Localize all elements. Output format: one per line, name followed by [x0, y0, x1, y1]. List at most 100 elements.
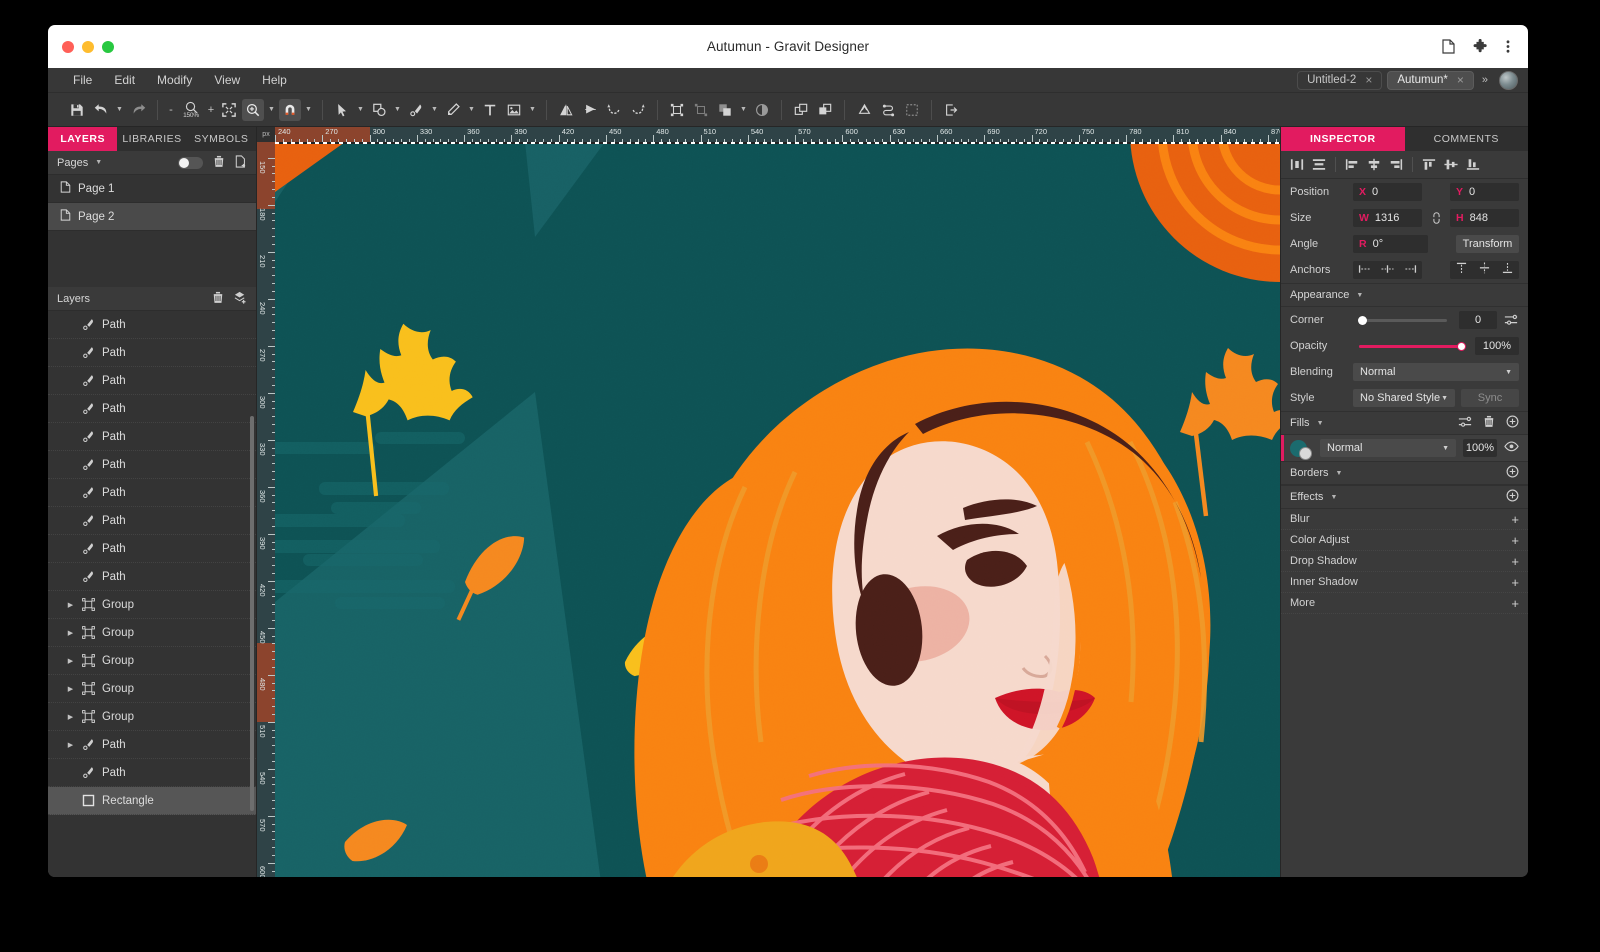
anchor-top-icon[interactable] — [1456, 261, 1467, 279]
anchor-vcenter-icon[interactable] — [1479, 261, 1490, 279]
pages-visibility-toggle[interactable] — [178, 157, 203, 169]
pointer-icon[interactable] — [331, 99, 353, 121]
layer-row[interactable]: Path — [48, 563, 256, 591]
zoom-tool-icon[interactable] — [242, 99, 264, 121]
layer-row[interactable]: Path — [48, 339, 256, 367]
zoom-out-button[interactable]: - — [166, 104, 176, 116]
layer-row[interactable]: Path — [48, 367, 256, 395]
layer-row[interactable]: Path — [48, 423, 256, 451]
chevron-down-icon[interactable]: ▼ — [429, 99, 440, 121]
angle-input[interactable]: R 0° — [1353, 235, 1428, 253]
chevron-down-icon[interactable]: ▼ — [266, 99, 277, 121]
layer-row[interactable]: ▶Path — [48, 731, 256, 759]
close-icon[interactable]: × — [1365, 74, 1372, 86]
zoom-in-button[interactable]: + — [206, 104, 216, 116]
rotate-ccw-icon[interactable] — [603, 99, 625, 121]
text-icon[interactable] — [479, 99, 501, 121]
chevron-down-icon[interactable]: ▼ — [355, 99, 366, 121]
add-effect-icon[interactable]: + — [1511, 576, 1519, 589]
trash-icon[interactable] — [1483, 415, 1495, 431]
chevron-down-icon[interactable]: ▼ — [738, 99, 749, 121]
redo-icon[interactable] — [127, 99, 149, 121]
save-icon[interactable] — [66, 99, 88, 121]
layer-row[interactable]: ▶Group — [48, 647, 256, 675]
layer-row[interactable]: Path — [48, 395, 256, 423]
bring-forward-icon[interactable] — [790, 99, 812, 121]
layer-row[interactable]: Path — [48, 507, 256, 535]
blending-select[interactable]: Normal ▼ — [1353, 363, 1519, 381]
artboard[interactable] — [275, 142, 1280, 877]
tab-inspector[interactable]: INSPECTOR — [1281, 127, 1405, 151]
rotate-cw-icon[interactable] — [627, 99, 649, 121]
layers-scrollbar[interactable] — [250, 416, 254, 811]
canvas-area[interactable]: px 2402703003303603904204504805105405706… — [257, 127, 1280, 877]
chevron-down-icon[interactable]: ▼ — [114, 99, 125, 121]
horizontal-ruler[interactable]: 2402703003303603904204504805105405706006… — [275, 127, 1280, 142]
add-icon[interactable] — [1506, 415, 1519, 431]
tab-libraries[interactable]: LIBRARIES — [117, 127, 186, 151]
add-effect-icon[interactable]: + — [1511, 597, 1519, 610]
anchor-bottom-icon[interactable] — [1502, 261, 1513, 279]
effect-row[interactable]: Drop Shadow+ — [1281, 551, 1528, 572]
chevron-down-icon[interactable]: ▼ — [1336, 470, 1343, 477]
shape-icon[interactable] — [368, 99, 390, 121]
send-backward-icon[interactable] — [814, 99, 836, 121]
effect-row[interactable]: Inner Shadow+ — [1281, 572, 1528, 593]
anchor-right-icon[interactable] — [1404, 261, 1417, 279]
chevron-down-icon[interactable]: ▼ — [1330, 494, 1337, 501]
chevron-down-icon[interactable]: ▼ — [1317, 420, 1324, 427]
layer-row[interactable]: Path — [48, 759, 256, 787]
corner-value[interactable]: 0 — [1459, 311, 1497, 329]
chevron-down-icon[interactable]: ▼ — [1356, 292, 1363, 299]
fill-color-swatch[interactable] — [1290, 440, 1307, 457]
menu-help[interactable]: Help — [251, 71, 298, 89]
chevron-down-icon[interactable]: » — [1479, 74, 1491, 86]
layer-row[interactable]: ▶Group — [48, 591, 256, 619]
chevron-down-icon[interactable]: ▼ — [392, 99, 403, 121]
size-width-input[interactable]: W 1316 — [1353, 209, 1422, 227]
chevron-down-icon[interactable]: ▼ — [95, 159, 102, 166]
slice-icon[interactable] — [901, 99, 923, 121]
trash-icon[interactable] — [213, 155, 225, 171]
size-height-input[interactable]: H 848 — [1450, 209, 1519, 227]
menu-edit[interactable]: Edit — [103, 71, 146, 89]
mask-icon[interactable] — [751, 99, 773, 121]
effect-row[interactable]: Blur+ — [1281, 509, 1528, 530]
document-tab-untitled-2[interactable]: Untitled-2 × — [1297, 71, 1382, 90]
anchor-hcenter-icon[interactable] — [1381, 261, 1394, 279]
position-y-input[interactable]: Y 0 — [1450, 183, 1519, 201]
layer-row[interactable]: Path — [48, 451, 256, 479]
avatar[interactable] — [1499, 71, 1518, 90]
opacity-slider[interactable] — [1359, 345, 1463, 348]
group-icon[interactable] — [666, 99, 688, 121]
menu-modify[interactable]: Modify — [146, 71, 203, 89]
chevron-down-icon[interactable]: ▼ — [466, 99, 477, 121]
image-icon[interactable] — [503, 99, 525, 121]
convert-path-icon[interactable] — [853, 99, 875, 121]
add-effect-icon[interactable]: + — [1511, 555, 1519, 568]
zoom-level-display[interactable]: 150% — [178, 101, 204, 119]
vertical-ruler[interactable]: 1501802102402703003303603904204504805105… — [257, 142, 275, 877]
align-top-icon[interactable] — [1419, 155, 1439, 175]
pen-icon[interactable] — [405, 99, 427, 121]
expand-arrow-icon[interactable]: ▶ — [66, 685, 75, 693]
align-center-icon[interactable] — [1364, 155, 1384, 175]
layer-row[interactable]: ▶Group — [48, 619, 256, 647]
undo-icon[interactable] — [90, 99, 112, 121]
layer-row[interactable]: Rectangle — [48, 787, 256, 815]
sliders-icon[interactable] — [1503, 314, 1519, 326]
align-right-icon[interactable] — [1386, 155, 1406, 175]
effect-row[interactable]: Color Adjust+ — [1281, 530, 1528, 551]
ungroup-icon[interactable] — [690, 99, 712, 121]
chevron-down-icon[interactable]: ▼ — [303, 99, 314, 121]
pencil-icon[interactable] — [442, 99, 464, 121]
align-bottom-icon[interactable] — [1463, 155, 1483, 175]
anchor-left-icon[interactable] — [1358, 261, 1371, 279]
export-icon[interactable] — [940, 99, 962, 121]
flip-horizontal-icon[interactable] — [555, 99, 577, 121]
position-x-input[interactable]: X 0 — [1353, 183, 1422, 201]
layer-row[interactable]: Path — [48, 535, 256, 563]
expand-arrow-icon[interactable]: ▶ — [66, 741, 75, 749]
sliders-icon[interactable] — [1458, 416, 1472, 431]
expand-arrow-icon[interactable]: ▶ — [66, 657, 75, 665]
